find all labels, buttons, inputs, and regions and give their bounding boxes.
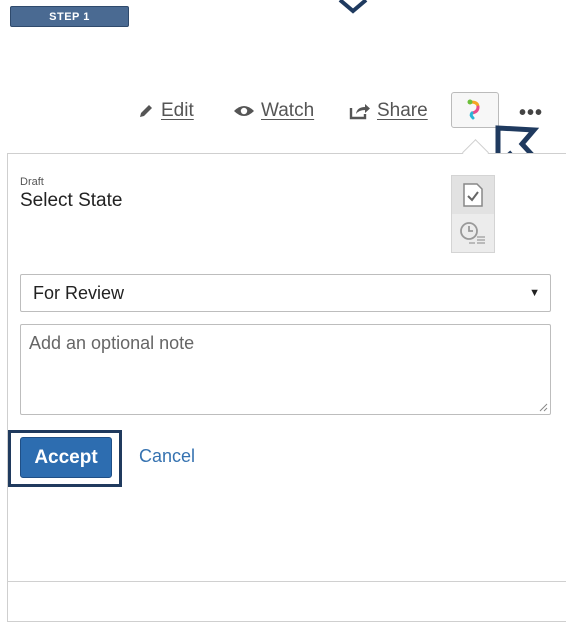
history-clock-icon (460, 222, 485, 244)
note-field[interactable]: Add an optional note (20, 324, 551, 415)
state-select-value: For Review (33, 282, 125, 303)
edit-label: Edit (161, 100, 194, 121)
pencil-icon (140, 105, 152, 117)
panel-title: Select State (20, 190, 123, 211)
side-tabs (451, 175, 495, 253)
edit-button[interactable]: Edit (137, 100, 194, 122)
chevron-down-icon (338, 0, 368, 14)
watch-label: Watch (261, 100, 315, 121)
cancel-link[interactable]: Cancel (139, 446, 195, 467)
status-label: Draft (20, 176, 44, 188)
note-placeholder: Add an optional note (29, 333, 195, 353)
panel-divider (7, 581, 566, 582)
chevron-down-icon: ▼ (529, 287, 540, 299)
page-toolbar: Edit Watch Share ••• (0, 92, 566, 132)
resize-grip-icon[interactable] (538, 402, 548, 412)
state-tab[interactable] (452, 176, 494, 214)
watch-button[interactable]: Watch (233, 100, 314, 122)
share-icon (349, 104, 370, 120)
workflow-icon (467, 99, 480, 120)
step-badge: STEP 1 (10, 6, 129, 27)
state-select[interactable]: For Review ▼ (20, 274, 551, 312)
state-check-icon (463, 183, 483, 207)
history-tab[interactable] (452, 214, 494, 252)
share-label: Share (377, 100, 428, 121)
eye-icon (234, 106, 254, 116)
share-button[interactable]: Share (349, 100, 428, 122)
accept-button[interactable]: Accept (20, 437, 112, 478)
